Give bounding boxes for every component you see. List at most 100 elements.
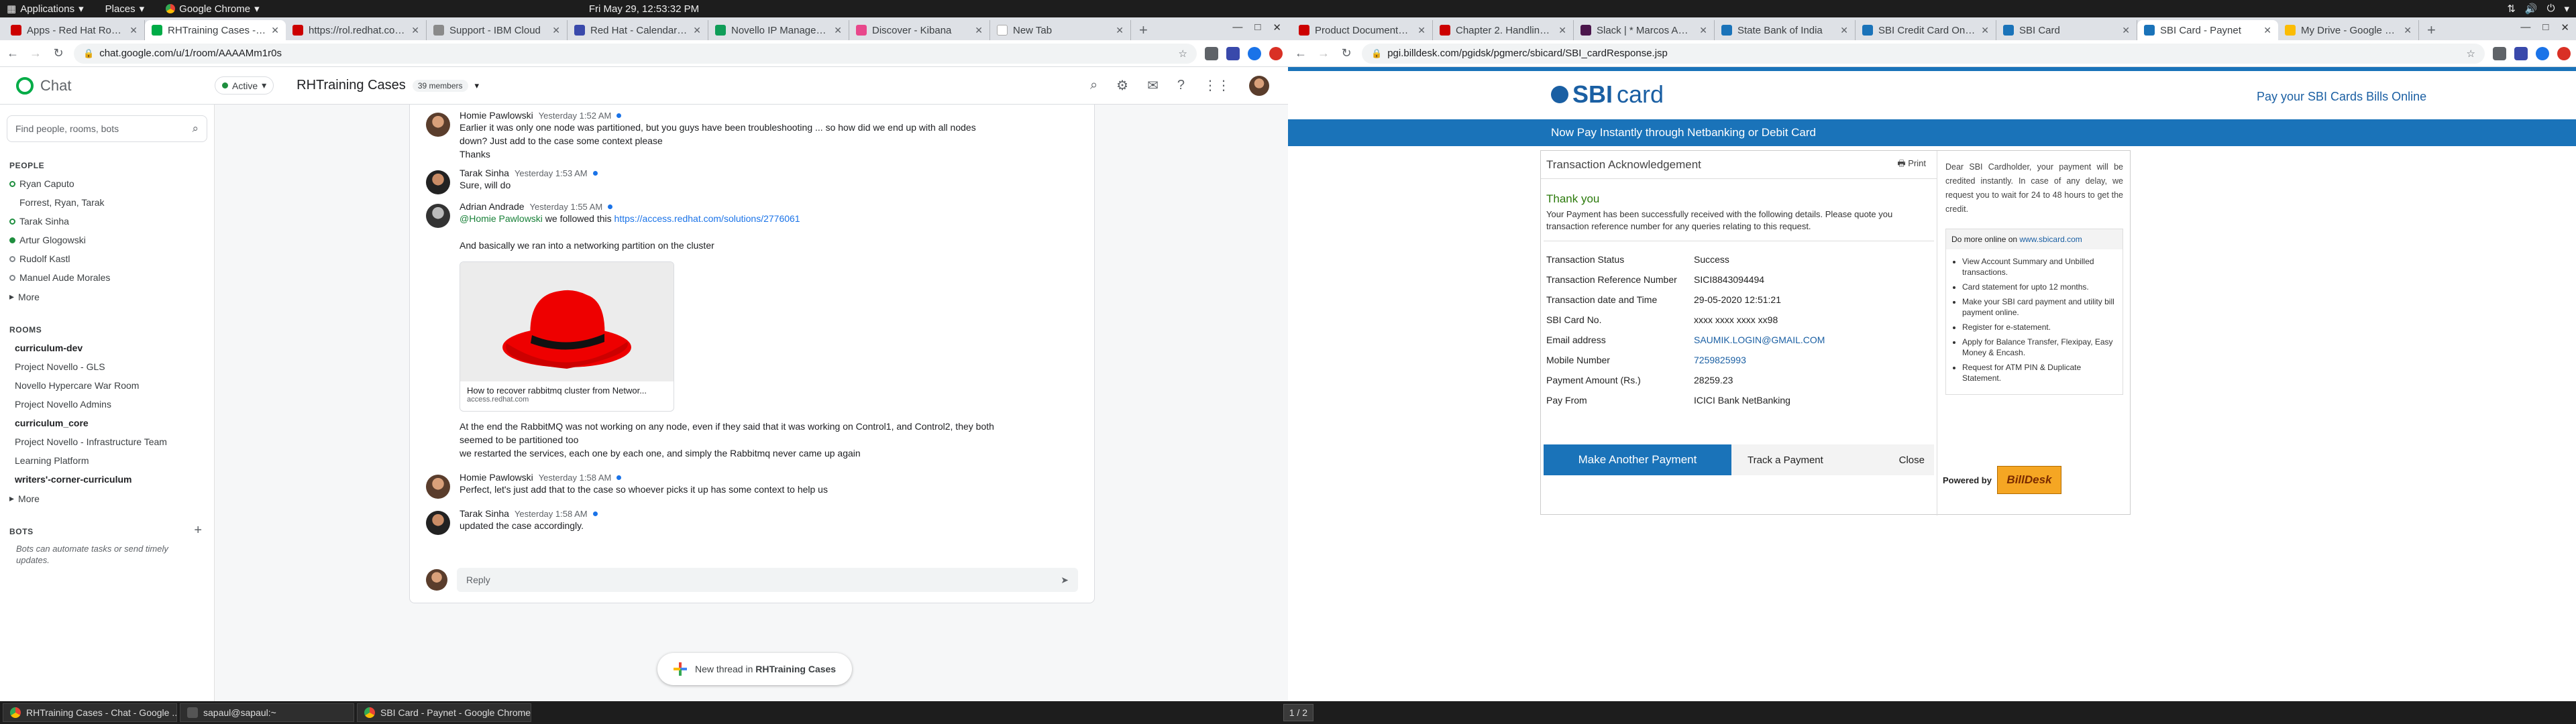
browser-tab[interactable]: State Bank of India ✕ (1715, 20, 1856, 40)
star-icon[interactable]: ☆ (2467, 48, 2475, 60)
room-title[interactable]: RHTraining Cases 39 members ▾ (297, 78, 479, 93)
close-icon[interactable]: ✕ (271, 25, 279, 36)
send-icon[interactable]: ➤ (1061, 575, 1069, 586)
close-icon[interactable]: ✕ (1699, 25, 1707, 36)
feedback-icon[interactable]: ✉ (1147, 77, 1159, 94)
extension-icon[interactable] (1205, 46, 1218, 60)
make-another-payment-button[interactable]: Make Another Payment (1544, 444, 1731, 475)
extension-icon[interactable] (2493, 46, 2506, 60)
search-icon[interactable]: ⌕ (1090, 78, 1097, 93)
close-icon[interactable]: ✕ (552, 25, 560, 36)
extension-icon[interactable] (2514, 46, 2528, 60)
close-icon[interactable]: ✕ (693, 25, 701, 36)
browser-tab[interactable]: Product Documentation ✕ (1292, 20, 1433, 40)
close-icon[interactable]: ✕ (2263, 25, 2271, 36)
maximize-icon[interactable]: □ (1254, 21, 1260, 34)
avatar[interactable] (426, 511, 450, 535)
browser-tab[interactable]: SBI Credit Card Online ✕ (1856, 20, 1996, 40)
track-payment-link[interactable]: Track a Payment (1748, 455, 1823, 466)
new-tab-icon[interactable]: + (2419, 20, 2444, 40)
address-bar[interactable]: 🔒 pgi.billdesk.com/pgidsk/pgmerc/sbicard/… (1362, 43, 2485, 64)
system-tray[interactable]: ⇅ 🔊 ⏻ ▾ (2507, 3, 2569, 15)
close-window-icon[interactable]: ✕ (1273, 21, 1281, 34)
browser-tab[interactable]: Apps - Red Hat Rover ✕ (4, 20, 145, 40)
taskbar-item-chat[interactable]: RHTraining Cases - Chat - Google ... (3, 703, 177, 722)
forward-icon[interactable]: → (28, 46, 43, 60)
link-preview-card[interactable]: How to recover rabbitmq cluster from Net… (460, 261, 674, 412)
sidebar-item-person[interactable]: Forrest, Ryan, Tarak (0, 193, 214, 212)
close-icon[interactable]: ✕ (1558, 25, 1566, 36)
sidebar-item-room[interactable]: Project Novello Admins (0, 395, 214, 414)
sidebar-item-room[interactable]: curriculum-dev (0, 339, 214, 357)
author-name[interactable]: Homie Pawlowski (460, 472, 533, 483)
sidebar-item-room[interactable]: Learning Platform (0, 451, 214, 470)
status-selector[interactable]: Active ▾ (215, 76, 274, 95)
sidebar-item-person[interactable]: Manuel Aude Morales (0, 268, 214, 287)
help-icon[interactable]: ? (1177, 78, 1185, 93)
sidebar-item-room[interactable]: curriculum_core (0, 414, 214, 432)
forward-icon[interactable]: → (1316, 46, 1331, 60)
close-icon[interactable]: ✕ (129, 25, 138, 36)
browser-tab[interactable]: https://rol.redhat.com/r ✕ (286, 20, 427, 40)
user-mention[interactable]: @Homie Pawlowski (460, 213, 543, 224)
sidebar-item-person[interactable]: Tarak Sinha (0, 212, 214, 231)
back-icon[interactable]: ← (5, 46, 20, 60)
chat-logo[interactable]: Chat (16, 76, 215, 95)
browser-tab[interactable]: Red Hat - Calendar - Wee ✕ (568, 20, 708, 40)
close-icon[interactable]: ✕ (411, 25, 419, 36)
browser-tab[interactable]: Slack | * Marcos Amor ✕ (1574, 20, 1715, 40)
author-name[interactable]: Tarak Sinha (460, 168, 509, 178)
browser-tab[interactable]: Support - IBM Cloud ✕ (427, 20, 568, 40)
people-more-button[interactable]: ▸ More (0, 287, 214, 306)
apps-grid-icon[interactable]: ⋮⋮ (1203, 77, 1230, 94)
author-name[interactable]: Homie Pawlowski (460, 110, 533, 121)
browser-tab[interactable]: Novello IP Manageme ✕ (708, 20, 849, 40)
profile-avatar[interactable] (2536, 46, 2549, 60)
close-window-icon[interactable]: ✕ (2561, 21, 2569, 34)
back-icon[interactable]: ← (1293, 46, 1308, 60)
print-button[interactable]: 🖶 Print (1897, 158, 1926, 172)
reply-input[interactable]: Reply ➤ (457, 568, 1078, 592)
close-icon[interactable]: ✕ (975, 25, 983, 36)
sbicard-link[interactable]: www.sbicard.com (2019, 235, 2082, 244)
taskbar-item-terminal[interactable]: sapaul@sapaul:~ (180, 703, 354, 722)
browser-tab[interactable]: SBI Card ✕ (1996, 20, 2137, 40)
solution-link[interactable]: https://access.redhat.com/solutions/2776… (614, 213, 800, 224)
sbi-card-logo[interactable]: SBI card (1551, 80, 1664, 109)
close-icon[interactable]: ✕ (1417, 25, 1426, 36)
author-name[interactable]: Adrian Andrade (460, 201, 525, 212)
close-link[interactable]: Close (1899, 455, 1925, 466)
sidebar-item-person[interactable]: Ryan Caputo (0, 174, 214, 193)
sidebar-item-room[interactable]: Project Novello - GLS (0, 357, 214, 376)
rooms-more-button[interactable]: ▸ More (0, 489, 214, 508)
chrome-menu-icon[interactable] (2557, 46, 2571, 60)
sidebar-item-room[interactable]: writers'-corner-curriculum (0, 470, 214, 489)
browser-tab[interactable]: New Tab ✕ (990, 20, 1131, 40)
minimize-icon[interactable]: — (2520, 21, 2530, 34)
maximize-icon[interactable]: □ (2542, 21, 2548, 34)
browser-tab[interactable]: SBI Card - Paynet ✕ (2137, 20, 2278, 40)
sidebar-item-room[interactable]: Novello Hypercare War Room (0, 376, 214, 395)
browser-tab[interactable]: Discover - Kibana ✕ (849, 20, 990, 40)
close-icon[interactable]: ✕ (1116, 25, 1124, 36)
address-bar[interactable]: 🔒 chat.google.com/u/1/room/AAAAMm1r0s ☆ (74, 43, 1197, 64)
star-icon[interactable]: ☆ (1179, 48, 1187, 60)
add-bot-icon[interactable]: + (194, 523, 202, 538)
close-icon[interactable]: ✕ (2122, 25, 2130, 36)
browser-tab[interactable]: RHTraining Cases - Chat ✕ (145, 20, 286, 40)
new-thread-button[interactable]: New thread in RHTraining Cases (657, 653, 853, 685)
reload-icon[interactable]: ↻ (1339, 46, 1354, 60)
new-tab-icon[interactable]: + (1131, 20, 1156, 40)
clock[interactable]: Fri May 29, 12:53:32 PM (0, 3, 1288, 15)
close-icon[interactable]: ✕ (1981, 25, 1989, 36)
browser-tab[interactable]: My Drive - Google Driv ✕ (2278, 20, 2419, 40)
avatar[interactable] (426, 113, 450, 137)
sidebar-item-person[interactable]: Rudolf Kastl (0, 249, 214, 268)
extension-icon[interactable] (1226, 46, 1240, 60)
close-icon[interactable]: ✕ (834, 25, 842, 36)
browser-tab[interactable]: Chapter 2. Handling a d ✕ (1433, 20, 1574, 40)
workspace-pager[interactable]: 1 / 2 (1283, 704, 1313, 721)
close-icon[interactable]: ✕ (2404, 25, 2412, 36)
account-avatar[interactable] (1249, 75, 1269, 96)
search-input[interactable]: Find people, rooms, bots ⌕ (7, 115, 207, 142)
